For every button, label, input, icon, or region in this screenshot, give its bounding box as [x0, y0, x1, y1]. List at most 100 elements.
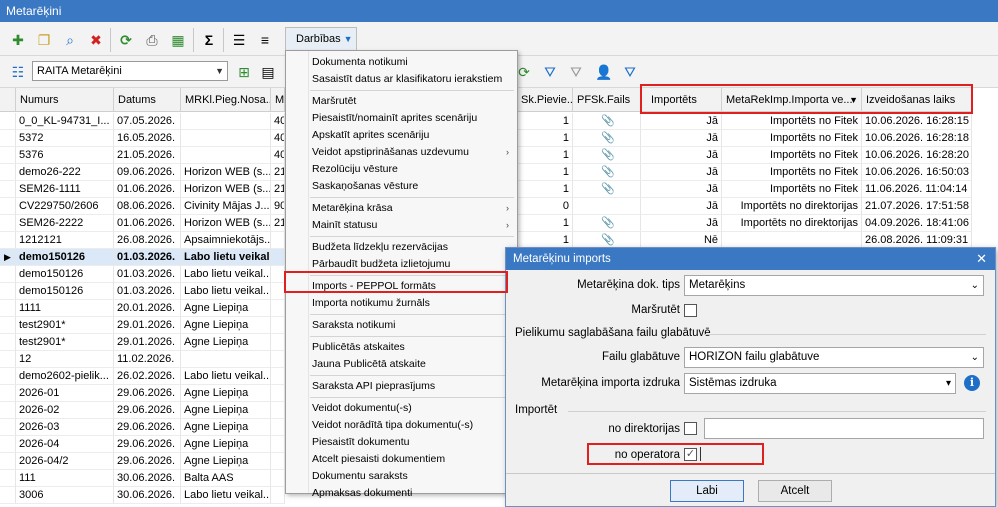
cell-numurs[interactable]: 0_0_KL-94731_I... [16, 113, 114, 130]
row-indicator[interactable] [0, 385, 16, 402]
menu-item[interactable]: Publicētās atskaites [286, 339, 517, 356]
sum-icon[interactable]: Σ [199, 30, 219, 50]
cell-sk-pielikumi[interactable]: 1 [517, 181, 573, 198]
cell-datums[interactable]: 01.06.2026. [114, 215, 181, 232]
cell-numurs[interactable]: demo150126 [16, 266, 114, 283]
row-indicator[interactable] [0, 113, 16, 130]
cell-izveidosanas-laiks[interactable]: 10.06.2026. 16:50:03 [862, 164, 972, 181]
column-header-numurs[interactable]: Numurs [16, 88, 114, 112]
cell-sk-pielikumi[interactable]: 1 [517, 130, 573, 147]
cell-piegadatajs[interactable] [181, 147, 271, 164]
menu-item[interactable]: Apskatīt aprites scenāriju [286, 127, 517, 144]
filter-clear-icon[interactable]: ⛛ [566, 62, 586, 82]
cell-datums[interactable]: 07.05.2026. [114, 113, 181, 130]
column-header-datums[interactable]: Datums [114, 88, 181, 112]
cell-numurs[interactable]: 2026-04/2 [16, 453, 114, 470]
cell-m[interactable] [271, 283, 285, 300]
cell-m[interactable] [271, 249, 285, 266]
cell-importa-veids[interactable]: Importēts no Fitek [722, 130, 862, 147]
cell-datums[interactable]: 16.05.2026. [114, 130, 181, 147]
cell-piegadatajs[interactable]: Agne Liepiņa [181, 419, 271, 436]
menu-item[interactable]: Dokumentu saraksts [286, 468, 517, 485]
cell-importets[interactable]: Jā [641, 147, 722, 164]
cell-m[interactable]: 40 [271, 113, 285, 130]
cell-datums[interactable]: 30.06.2026. [114, 487, 181, 504]
row-indicator[interactable] [0, 368, 16, 385]
cell-numurs[interactable]: 5372 [16, 130, 114, 147]
cell-piegadatajs[interactable] [181, 113, 271, 130]
cell-piegadatajs[interactable]: Labo lietu veikal... [181, 249, 271, 266]
row-indicator[interactable] [0, 147, 16, 164]
cell-datums[interactable]: 21.05.2026. [114, 147, 181, 164]
cell-datums[interactable]: 29.01.2026. [114, 317, 181, 334]
actions-dropdown-button[interactable]: Darbības ▼ [285, 27, 357, 51]
source-select[interactable]: Sistēmas izdruka ▾ [684, 373, 956, 394]
cell-piegadatajs[interactable]: Labo lietu veikal... [181, 368, 271, 385]
cell-pfsk-fails[interactable]: 📎 [573, 147, 641, 164]
cell-datums[interactable]: 01.06.2026. [114, 181, 181, 198]
dir-checkbox[interactable] [684, 422, 697, 435]
cell-datums[interactable]: 01.03.2026. [114, 266, 181, 283]
row-indicator[interactable] [0, 232, 16, 249]
cell-pfsk-fails[interactable] [573, 198, 641, 215]
row-indicator[interactable] [0, 198, 16, 215]
column-header-m[interactable]: M [271, 88, 285, 112]
add-view-icon[interactable]: ⊞ [234, 62, 254, 82]
row-indicator[interactable] [0, 351, 16, 368]
cell-piegadatajs[interactable] [181, 351, 271, 368]
cell-pfsk-fails[interactable]: 📎 [573, 181, 641, 198]
cell-datums[interactable]: 09.06.2026. [114, 164, 181, 181]
menu-item[interactable]: Saraksta API pieprasījums [286, 378, 517, 395]
cell-datums[interactable]: 29.01.2026. [114, 334, 181, 351]
cell-sk-pielikumi[interactable]: 1 [517, 164, 573, 181]
cell-pfsk-fails[interactable]: 📎 [573, 113, 641, 130]
cell-piegadatajs[interactable]: Agne Liepiņa [181, 385, 271, 402]
row-indicator[interactable] [0, 300, 16, 317]
menu-item[interactable]: Saskaņošanas vēsture [286, 178, 517, 195]
row-indicator[interactable] [0, 334, 16, 351]
cell-piegadatajs[interactable]: Civinity Mājas J... [181, 198, 271, 215]
cell-m[interactable]: 40 [271, 130, 285, 147]
cell-importa-veids[interactable]: Importēts no Fitek [722, 181, 862, 198]
cell-numurs[interactable]: demo2602-pielik... [16, 368, 114, 385]
cell-m[interactable]: 21 [271, 164, 285, 181]
cell-sk-pielikumi[interactable]: 0 [517, 198, 573, 215]
cell-datums[interactable]: 20.01.2026. [114, 300, 181, 317]
row-indicator[interactable] [0, 419, 16, 436]
cell-numurs[interactable]: SEM26-1111 [16, 181, 114, 198]
cell-pfsk-fails[interactable]: 📎 [573, 215, 641, 232]
cell-importets[interactable]: Jā [641, 113, 722, 130]
delete-icon[interactable]: ✖ [86, 30, 106, 50]
cell-importets[interactable]: Jā [641, 215, 722, 232]
copy-icon[interactable]: ❐ [34, 30, 54, 50]
cell-numurs[interactable]: 3006 [16, 487, 114, 504]
view-settings-icon[interactable]: ▤ [258, 62, 278, 82]
cell-m[interactable]: 21 [271, 181, 285, 198]
menu-item[interactable]: Veidot dokumentu(-s) [286, 400, 517, 417]
menu-item[interactable]: Saraksta notikumi [286, 317, 517, 334]
cell-numurs[interactable]: CV229750/2606 [16, 198, 114, 215]
ok-button[interactable]: Labi [670, 480, 744, 502]
column-header-pfsk-fails[interactable]: PFSk.Fails [573, 88, 641, 112]
cell-numurs[interactable]: 2026-02 [16, 402, 114, 419]
cell-piegadatajs[interactable]: Agne Liepiņa [181, 317, 271, 334]
row-indicator[interactable] [0, 317, 16, 334]
view-select[interactable]: RAITA Metarēķini ▼ [32, 61, 228, 81]
cell-importa-veids[interactable]: Importēts no direktorijas [722, 198, 862, 215]
row-indicator[interactable] [0, 164, 16, 181]
menu-item[interactable]: Rezolūciju vēsture [286, 161, 517, 178]
cell-numurs[interactable]: 2026-04 [16, 436, 114, 453]
cell-pfsk-fails[interactable]: 📎 [573, 164, 641, 181]
cell-izveidosanas-laiks[interactable]: 10.06.2026. 16:28:20 [862, 147, 972, 164]
cell-piegadatajs[interactable]: Horizon WEB (s... [181, 164, 271, 181]
cell-datums[interactable]: 29.06.2026. [114, 402, 181, 419]
row-indicator[interactable] [0, 266, 16, 283]
cell-numurs[interactable]: demo150126 [16, 249, 114, 266]
cell-datums[interactable]: 11.02.2026. [114, 351, 181, 368]
cell-m[interactable] [271, 487, 285, 504]
cell-numurs[interactable]: 12 [16, 351, 114, 368]
row-indicator[interactable] [0, 130, 16, 147]
cell-piegadatajs[interactable]: Agne Liepiņa [181, 300, 271, 317]
cell-piegadatajs[interactable]: Horizon WEB (s... [181, 181, 271, 198]
row-indicator[interactable] [0, 436, 16, 453]
